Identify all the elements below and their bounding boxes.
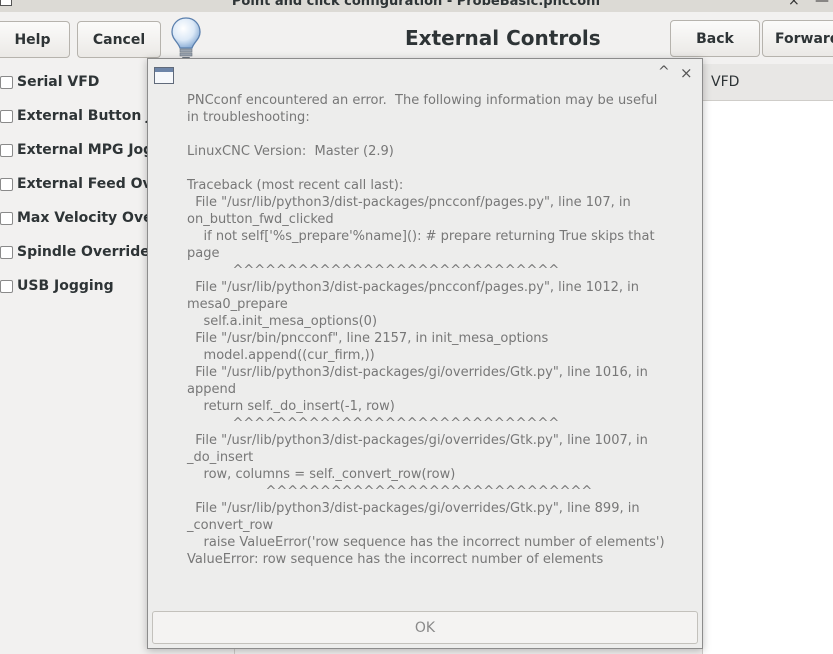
minimize-icon[interactable]: — — [815, 0, 829, 9]
collapse-icon[interactable]: ^ — [658, 64, 670, 80]
close-icon[interactable]: × — [788, 0, 800, 9]
error-message: PNCconf encountered an error. The follow… — [187, 93, 665, 567]
checkbox[interactable] — [0, 211, 13, 225]
help-button[interactable]: Help — [0, 21, 70, 58]
toolbar: Help Cancel External Controls Back Forwa… — [0, 12, 833, 64]
cancel-button[interactable]: Cancel — [77, 21, 161, 58]
checkbox[interactable] — [0, 143, 13, 157]
back-button[interactable]: Back — [670, 20, 760, 57]
checkbox[interactable] — [0, 245, 13, 259]
checkbox[interactable] — [0, 177, 13, 191]
option-label: Serial VFD — [17, 74, 100, 90]
close-icon[interactable]: × — [680, 64, 693, 82]
window-title: Point and click configuration - ProbeBas… — [231, 0, 602, 9]
checkbox[interactable] — [0, 109, 13, 123]
settings-notebook: VFD — [702, 64, 833, 654]
lightbulb-icon — [171, 17, 201, 60]
page-title: External Controls — [405, 26, 601, 50]
error-dialog: ^ × PNCconf encountered an error. The fo… — [147, 58, 703, 649]
option-usb-jogging[interactable]: USB Jogging — [0, 276, 114, 296]
window-titlebar: Point and click configuration - ProbeBas… — [0, 0, 833, 12]
option-label: USB Jogging — [17, 278, 114, 294]
checkbox[interactable] — [0, 75, 13, 89]
ok-button[interactable]: OK — [152, 611, 698, 644]
forward-button[interactable]: Forward — [762, 20, 833, 57]
options-list: Serial VFD External Button Jogging Exter… — [0, 64, 206, 654]
window-icon — [154, 67, 174, 84]
option-spindle-override[interactable]: Spindle Override — [0, 242, 150, 262]
option-serial-vfd[interactable]: Serial VFD — [0, 72, 99, 92]
tab-vfd[interactable]: VFD — [703, 64, 833, 101]
checkbox[interactable] — [0, 279, 13, 293]
option-label: Spindle Override — [17, 244, 150, 260]
